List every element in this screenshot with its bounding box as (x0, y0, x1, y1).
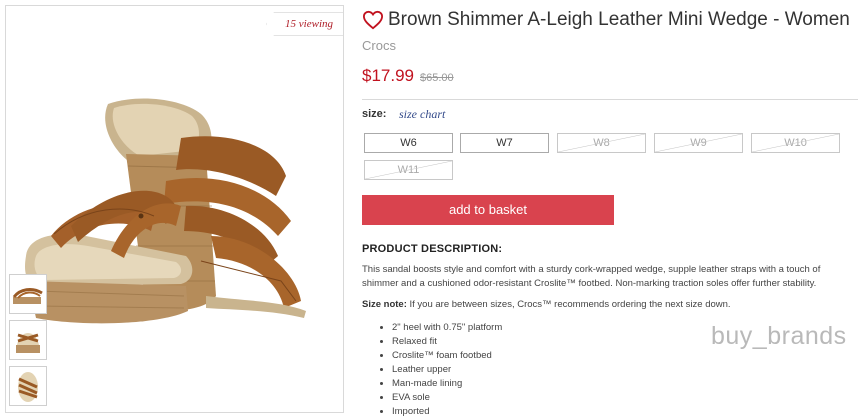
product-main-image[interactable] (16, 86, 336, 336)
viewing-count-badge: 15 viewing (266, 12, 343, 36)
size-note-text: If you are between sizes, Crocs™ recomme… (406, 299, 731, 310)
feature-item: 2" heel with 0.75" platform (392, 321, 502, 335)
size-option-w11[interactable]: W11 (364, 160, 453, 180)
description-line-1: This sandal boosts style and comfort wit… (362, 264, 821, 275)
thumbnail-3[interactable] (9, 366, 47, 406)
sale-price: $17.99 (362, 66, 414, 85)
description-line-2: shimmer and a cushioned odor-resistant C… (362, 277, 817, 289)
divider (362, 99, 858, 100)
feature-item: Man-made lining (392, 377, 502, 391)
original-price: $65.00 (420, 72, 454, 84)
feature-item: EVA sole (392, 391, 502, 405)
size-chart-link[interactable]: size chart (399, 107, 445, 122)
description-text: This sandal boosts style and comfort wit… (362, 263, 858, 290)
size-option-w6[interactable]: W6 (364, 133, 453, 153)
size-option-w10[interactable]: W10 (751, 133, 840, 153)
product-title: Brown Shimmer A-Leigh Leather Mini Wedge… (388, 9, 850, 30)
price-row: $17.99 $65.00 (362, 66, 454, 86)
size-note-label: Size note: (362, 299, 407, 310)
front-sandal (25, 190, 193, 324)
heart-outline-icon[interactable] (362, 10, 384, 30)
title-row: Brown Shimmer A-Leigh Leather Mini Wedge… (362, 9, 850, 31)
feature-list: 2" heel with 0.75" platform Relaxed fit … (378, 321, 502, 419)
size-option-w7[interactable]: W7 (460, 133, 549, 153)
description-heading: PRODUCT DESCRIPTION: (362, 243, 503, 255)
feature-item: Croslite™ foam footbed (392, 349, 502, 363)
thumbnail-2[interactable] (9, 320, 47, 360)
size-label: size: (362, 108, 387, 120)
size-option-w9[interactable]: W9 (654, 133, 743, 153)
feature-item: Relaxed fit (392, 335, 502, 349)
watermark: buy_brands (711, 322, 847, 350)
product-gallery: 15 viewing (5, 5, 344, 413)
size-option-w8[interactable]: W8 (557, 133, 646, 153)
size-note: Size note: If you are between sizes, Cro… (362, 299, 731, 310)
feature-item: Leather upper (392, 363, 502, 377)
brand-name[interactable]: Crocs (362, 38, 396, 53)
add-to-basket-button[interactable]: add to basket (362, 195, 614, 225)
thumbnail-1[interactable] (9, 274, 47, 314)
